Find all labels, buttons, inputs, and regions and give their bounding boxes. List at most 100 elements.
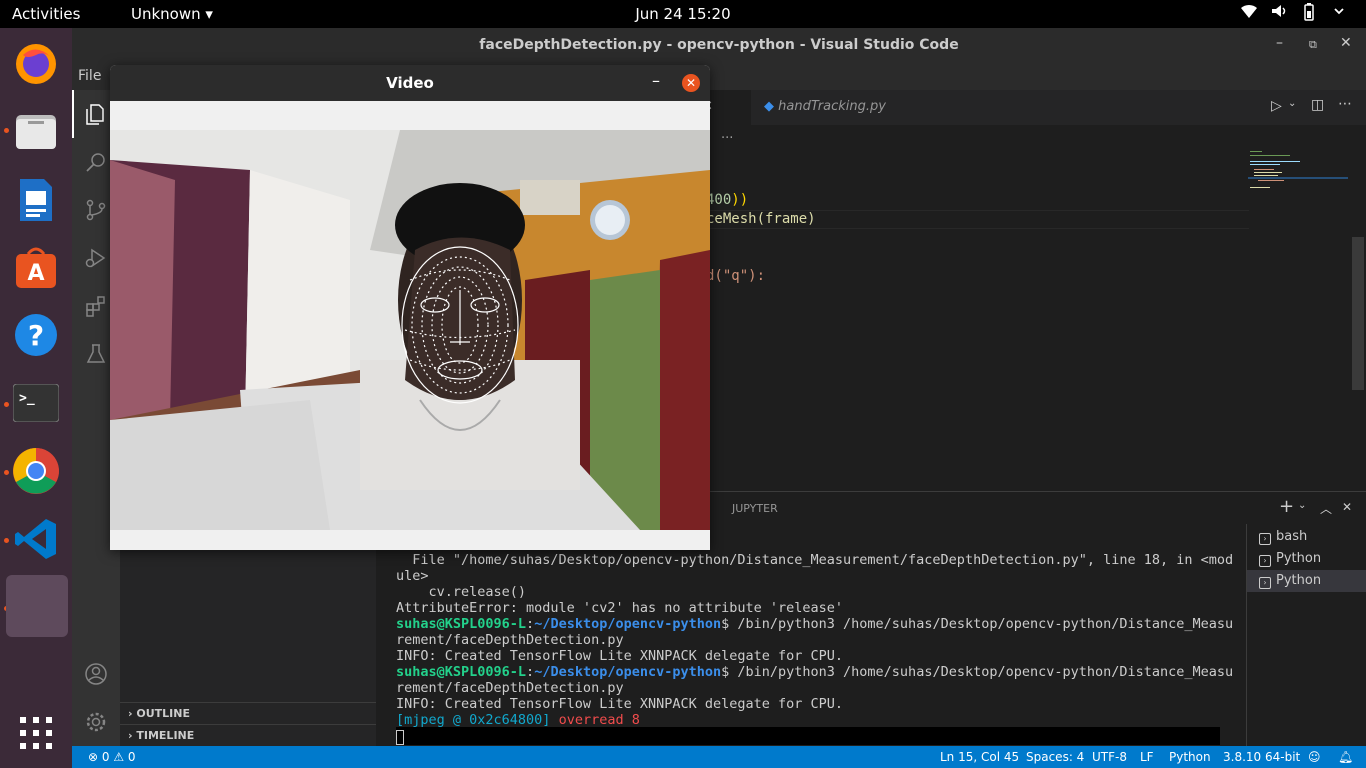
search-icon[interactable]	[84, 150, 108, 174]
split-editor-icon[interactable]: ◫	[1311, 97, 1324, 113]
terminal-icon: ›	[1259, 555, 1271, 567]
chevron-down-icon[interactable]: ⌄	[1298, 500, 1306, 511]
command-text: $ /bin/python3 /home/suhas/Desktop/openc…	[721, 664, 1234, 680]
prompt-path: ~/Desktop/opencv-python	[534, 616, 722, 632]
svg-text:?: ?	[28, 319, 44, 352]
cursor-position[interactable]: Ln 15, Col 45	[940, 750, 1019, 764]
account-icon[interactable]	[84, 662, 108, 686]
python-file-icon: ◆	[764, 99, 779, 114]
terminal-item-bash[interactable]: › bash	[1247, 526, 1366, 548]
feedback-icon[interactable]: ☺	[1308, 750, 1321, 764]
editor-scrollbar[interactable]	[1352, 237, 1364, 390]
prompt-path: ~/Desktop/opencv-python	[534, 664, 722, 680]
gnome-top-bar: Activities Unknown ▾ Jun 24 15:20	[0, 0, 1366, 28]
power-menu-icon	[1330, 3, 1348, 21]
video-window-dock-item[interactable]	[6, 575, 68, 637]
running-indicator	[4, 470, 9, 475]
testing-icon[interactable]	[84, 342, 108, 366]
terminal-icon: ›	[1259, 577, 1271, 589]
problems-status[interactable]: ⊗ 0 ⚠ 0	[88, 750, 136, 764]
running-indicator	[4, 128, 9, 133]
system-tray[interactable]	[1240, 3, 1348, 21]
help-icon[interactable]: ?	[12, 311, 60, 359]
software-center-icon[interactable]: A	[12, 243, 60, 291]
terminal-line: rement/faceDepthDetection.py	[396, 632, 624, 648]
menu-file[interactable]: File	[78, 68, 101, 84]
explorer-icon[interactable]	[84, 102, 108, 126]
notifications-icon[interactable]: 🔔︎	[1338, 750, 1353, 764]
terminal-item-label: bash	[1276, 529, 1308, 544]
more-actions-icon[interactable]: ⋯	[1338, 96, 1352, 112]
vscode-icon[interactable]	[12, 515, 60, 563]
tab-label: handTracking.py	[778, 99, 886, 114]
vscode-titlebar: faceDepthDetection.py - opencv-python - …	[72, 28, 1366, 64]
maximize-icon[interactable]: ⧉	[1309, 38, 1317, 52]
terminal-input-line[interactable]	[396, 727, 1220, 745]
tab-jupyter[interactable]: JUPYTER	[732, 502, 778, 515]
encoding[interactable]: UTF-8	[1092, 750, 1127, 764]
code-text: ceMesh(frame)	[706, 211, 816, 227]
terminal-line: suhas@KSPL0096-L:~/Desktop/opencv-python…	[396, 664, 1234, 680]
running-indicator	[4, 538, 9, 543]
code-line: ceMesh(frame)	[706, 211, 816, 230]
prompt-user: suhas@KSPL0096-L	[396, 616, 527, 632]
settings-gear-icon[interactable]	[84, 710, 108, 734]
timeline-section[interactable]: › TIMELINE	[120, 724, 376, 746]
terminal-icon[interactable]: >_	[12, 379, 60, 427]
ubuntu-dock: A ? >_	[0, 28, 72, 768]
terminal-list: › bash › Python › Python	[1246, 524, 1366, 747]
maximize-panel-icon[interactable]: ︿	[1320, 500, 1332, 517]
terminal-item-python-active[interactable]: › Python	[1247, 570, 1366, 592]
terminal-line: suhas@KSPL0096-L:~/Desktop/opencv-python…	[396, 616, 1234, 632]
minimap[interactable]	[1248, 147, 1348, 487]
wifi-icon	[1240, 3, 1258, 21]
terminal-line: [mjpeg @ 0x2c64800] overread 8	[396, 712, 1222, 728]
video-window: Video – ✕	[110, 65, 710, 550]
source-control-icon[interactable]	[84, 198, 108, 222]
volume-icon	[1270, 3, 1288, 21]
battery-icon	[1300, 3, 1318, 21]
command-text: $ /bin/python3 /home/suhas/Desktop/openc…	[721, 616, 1234, 632]
svg-text:A: A	[27, 261, 44, 286]
terminal-line: AttributeError: module 'cv2' has no attr…	[396, 600, 844, 616]
python-interpreter[interactable]: 3.8.10 64-bit	[1223, 750, 1300, 764]
status-bar: ⊗ 0 ⚠ 0 Ln 15, Col 45 Spaces: 4 UTF-8 LF…	[72, 746, 1366, 768]
svg-text:>_: >_	[19, 391, 35, 406]
indentation[interactable]: Spaces: 4	[1026, 750, 1084, 764]
terminal-output[interactable]: File "/home/suhas/Desktop/opencv-python/…	[396, 552, 1234, 728]
tab-handtracking[interactable]: ◆ handTracking.py	[754, 90, 904, 125]
outline-section[interactable]: › OUTLINE	[120, 702, 376, 724]
chrome-icon[interactable]	[12, 447, 60, 495]
firefox-icon[interactable]	[12, 40, 60, 88]
mjpeg-prefix: [mjpeg @ 0x2c64800]	[396, 712, 551, 728]
run-python-icon[interactable]: ▷	[1271, 98, 1282, 114]
video-close-button[interactable]: ✕	[682, 74, 700, 92]
language-mode[interactable]: Python	[1169, 750, 1211, 764]
line-endings[interactable]: LF	[1140, 750, 1154, 764]
webcam-frame	[110, 130, 710, 530]
terminal-item-python[interactable]: › Python	[1247, 548, 1366, 570]
running-indicator	[4, 402, 9, 407]
terminal-line: ule>	[396, 568, 429, 584]
show-applications-icon[interactable]	[20, 717, 52, 749]
minimize-icon[interactable]: –	[1276, 35, 1283, 51]
terminal-line: cv.release()	[396, 584, 527, 600]
mjpeg-error: overread 8	[550, 712, 640, 728]
chevron-down-icon[interactable]: ⌄	[1288, 98, 1296, 109]
prompt-user: suhas@KSPL0096-L	[396, 664, 527, 680]
window-title: faceDepthDetection.py - opencv-python - …	[479, 37, 959, 53]
extensions-icon[interactable]	[84, 294, 108, 318]
run-debug-icon[interactable]	[84, 246, 108, 270]
video-minimize-button[interactable]: –	[652, 71, 660, 90]
timeline-label: TIMELINE	[136, 729, 195, 742]
new-terminal-icon[interactable]: +	[1279, 496, 1294, 517]
writer-icon[interactable]	[12, 176, 60, 224]
close-icon[interactable]: ✕	[1340, 35, 1352, 51]
code-text: d("q"):	[706, 268, 766, 284]
code-line: 400))	[706, 192, 749, 208]
close-panel-icon[interactable]: ✕	[1342, 500, 1352, 514]
files-icon[interactable]	[12, 107, 60, 155]
clock[interactable]: Jun 24 15:20	[0, 5, 1366, 23]
active-indicator	[72, 90, 74, 138]
terminal-item-label: Python	[1276, 573, 1322, 588]
